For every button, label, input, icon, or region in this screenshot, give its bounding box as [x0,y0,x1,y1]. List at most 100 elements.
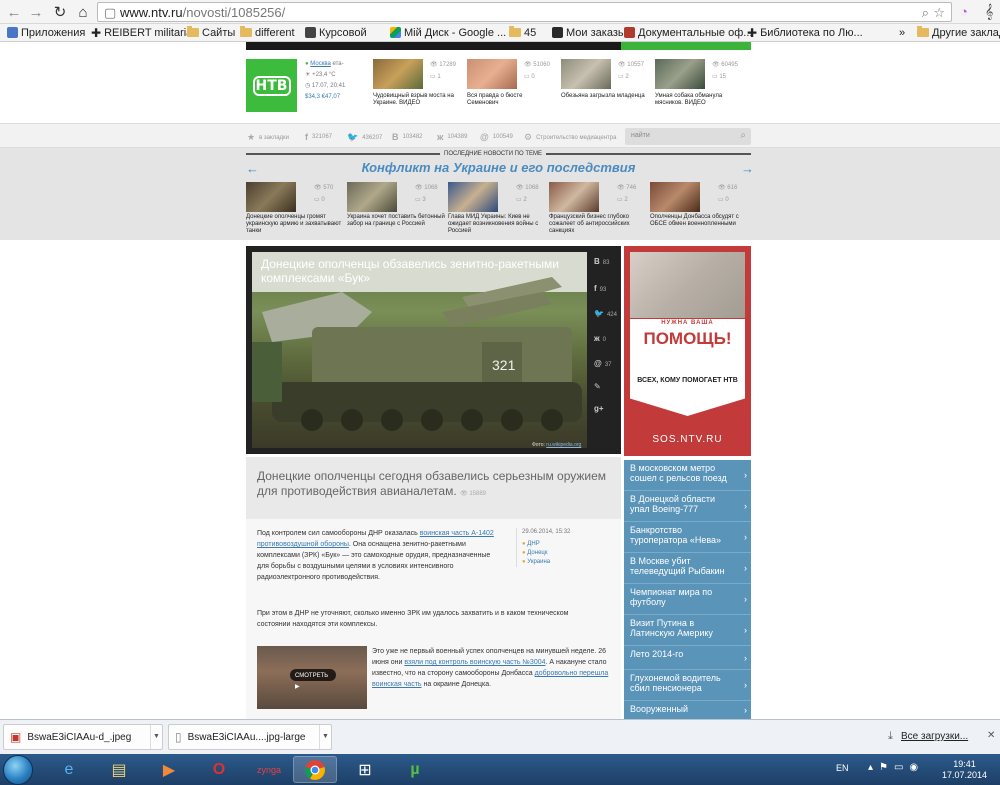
close-icon[interactable]: ✕ [987,730,995,741]
share-livejournal[interactable]: ✎ [594,382,604,391]
share-odnoklassniki[interactable]: ж0 [594,334,606,343]
link-unit-3004[interactable]: взяли под контроль воинскую часть №3004 [404,659,545,666]
news-caption[interactable]: Ополченцы Донбасса обсудят с ОБСЕ обмен … [650,214,748,228]
news-thumbnail[interactable] [650,182,700,212]
conflict-news-item[interactable]: 👁 1068 ▭ 2 Глава МИД Украины: Киев не ожи… [448,182,548,235]
news-caption[interactable]: Донецкие ополченцы громят украинскую арм… [246,214,344,235]
conflict-news-item[interactable]: 👁 746 ▭ 2 Французский бизнес глубоко сожа… [549,182,649,235]
conflict-news-item[interactable]: 👁 570 ▭ 0 Донецкие ополченцы громят украи… [246,182,346,235]
chevron-down-icon[interactable]: ▼ [150,725,162,749]
tag-link[interactable]: Украина [527,559,550,565]
home-button[interactable]: ⌂ [73,2,93,22]
mail-link[interactable]: @100549 [480,132,513,142]
topic-item[interactable]: Лето 2014-го › [624,646,751,670]
news-caption[interactable]: Французский бизнес глубоко сожалеет об а… [549,214,647,235]
prev-arrow-icon[interactable]: ← [246,161,259,176]
news-caption[interactable]: Умная собака обманула мясников. ВИДЕО [655,93,743,107]
news-thumbnail[interactable] [246,182,296,212]
chrome-icon[interactable] [293,756,337,783]
ie-icon[interactable]: e [47,756,91,783]
hero-image[interactable]: 321 Донецкие ополченцы обзавелись зенитн… [252,252,587,448]
share-twitter[interactable]: 🐦 424 [594,309,617,318]
topic-item[interactable]: Чемпионат мира по футболу › [624,584,751,615]
bookmark-documentary[interactable]: Документальные оф... [617,27,759,39]
topic-item[interactable]: Банкротство туроператора «Нева» › [624,522,751,553]
share-vk[interactable]: B 83 [594,257,609,266]
reload-button[interactable]: ↻ [50,2,70,22]
tray-icons[interactable]: ▴⚑▭◉ [868,762,924,773]
twitter-link[interactable]: 🐦 436207 [347,132,382,143]
utorrent-icon[interactable]: µ [393,756,437,783]
download-item[interactable]: ▯ BswaE3iCIAAu....jpg-large ▼ [168,724,332,750]
forward-button[interactable]: → [26,2,46,22]
topic-item[interactable]: Вооруженный › [624,701,751,719]
twitter-icon: 🐦 [594,309,604,318]
watch-button[interactable]: СМОТРЕТЬ ▶ [290,669,336,690]
news-caption[interactable]: Вся правда о бюсте Семенович [467,93,555,107]
bookmark-folder-different[interactable]: different [233,26,302,39]
article-date: 29.06.2014, 15:32 [522,529,571,535]
section-title[interactable]: Конфликт на Украине и его последствия [246,160,751,175]
video-thumbnail[interactable]: СМОТРЕТЬ ▶ [257,646,367,709]
opera-icon[interactable]: O [197,756,241,783]
next-arrow-icon[interactable]: → [741,161,754,176]
ntv-logo[interactable]: НТВ [246,59,297,112]
topic-item[interactable]: В московском метро сошел с рельсов поезд… [624,460,751,491]
media-center-link[interactable]: ⚙ Строительство медиацентра [524,132,616,143]
search-input[interactable]: найти ⌕ [625,128,751,145]
news-caption[interactable]: Обезьяна загрызла младенца [561,93,649,100]
news-thumbnail[interactable] [549,182,599,212]
weather-city[interactable]: Москва [310,61,330,67]
news-thumbnail[interactable] [373,59,423,89]
bookmark-other[interactable]: Другие закладки [910,26,1000,39]
topic-item[interactable]: В Донецкой области упал Boeing-777 › [624,491,751,522]
back-button[interactable]: ← [4,2,24,22]
system-clock[interactable]: 19:41 17.07.2014 [942,759,987,781]
bookmark-kursovoy[interactable]: Курсовой [298,27,374,39]
share-mail[interactable]: @37 [594,359,612,368]
share-googleplus[interactable]: g+ [594,404,607,413]
zoom-icon[interactable]: ⌕ [922,5,929,21]
start-button[interactable] [3,755,33,785]
news-thumbnail[interactable] [467,59,517,89]
facebook-link[interactable]: f 321067 [305,132,332,142]
topic-item[interactable]: В Москве убит телеведущий Рыбакин › [624,553,751,584]
language-indicator[interactable]: EN [836,763,849,773]
news-caption[interactable]: Чудовищный взрыв моста на Украине. ВИДЕО [373,93,461,107]
extension-icon[interactable]: ◔ [960,4,968,19]
news-thumbnail[interactable] [448,182,498,212]
conflict-news-item[interactable]: 👁 616 ▭ 0 Ополченцы Донбасса обсудят с ОБ… [650,182,750,228]
news-caption[interactable]: Украина хочет поставить бетонный забор н… [347,214,445,228]
facebook-icon: f [305,132,308,142]
topic-item[interactable]: Визит Путина в Латинскую Америку › [624,615,751,646]
news-caption[interactable]: Глава МИД Украины: Киев не ожидает возни… [448,214,546,235]
star-icon[interactable]: ☆ [933,5,945,21]
share-facebook[interactable]: f 93 [594,284,606,293]
media-player-icon[interactable]: ▶ [147,756,191,783]
news-thumbnail[interactable] [347,182,397,212]
odnoklassniki-link[interactable]: ж 104389 [437,132,467,142]
topic-item[interactable]: Глухонемой водитель сбил пенсионера › [624,670,751,701]
top-news-item[interactable]: 👁 60495 ▭ 15 Умная собака обманула мясник… [655,59,775,107]
address-bar[interactable]: ▢ www.ntv.ru/novosti/1085256/ ⌕ ☆ [97,2,952,22]
bookmark-apps[interactable]: Приложения [0,27,92,39]
zynga-icon[interactable]: zynga [247,756,291,783]
sos-ad-banner[interactable]: НУЖНА ВАША ПОМОЩЬ! ВСЕХ, КОМУ ПОМОГАЕТ Н… [624,246,751,456]
chevron-down-icon[interactable]: ▼ [319,725,331,749]
bookmark-google-drive[interactable]: Мій Диск - Google ... [383,27,513,39]
apps-grid-icon[interactable]: ⊞ [343,756,387,783]
explorer-folder-icon[interactable]: ▤ [97,756,141,783]
news-thumbnail[interactable] [655,59,705,89]
news-thumbnail[interactable] [561,59,611,89]
treble-clef-icon[interactable]: 𝄞 [985,3,993,20]
all-downloads-link[interactable]: Все загрузки... [901,731,968,742]
tag-link[interactable]: Донецк [527,550,547,556]
download-item[interactable]: ▣ BswaE3iCIAAu-d_.jpeg ▼ [3,724,163,750]
tag-link[interactable]: ДНР [527,541,539,547]
vk-link[interactable]: B 103482 [392,132,423,142]
bookmark-folder-45[interactable]: 45 [502,26,543,39]
conflict-news-item[interactable]: 👁 1068 ▭ 3 Украина хочет поставить бетонн… [347,182,447,228]
bookmark-library[interactable]: ✚ Библиотека по Лю... [740,26,870,40]
search-icon[interactable]: ⌕ [740,130,746,141]
bookmark-link[interactable]: ★ в закладки [247,132,289,143]
